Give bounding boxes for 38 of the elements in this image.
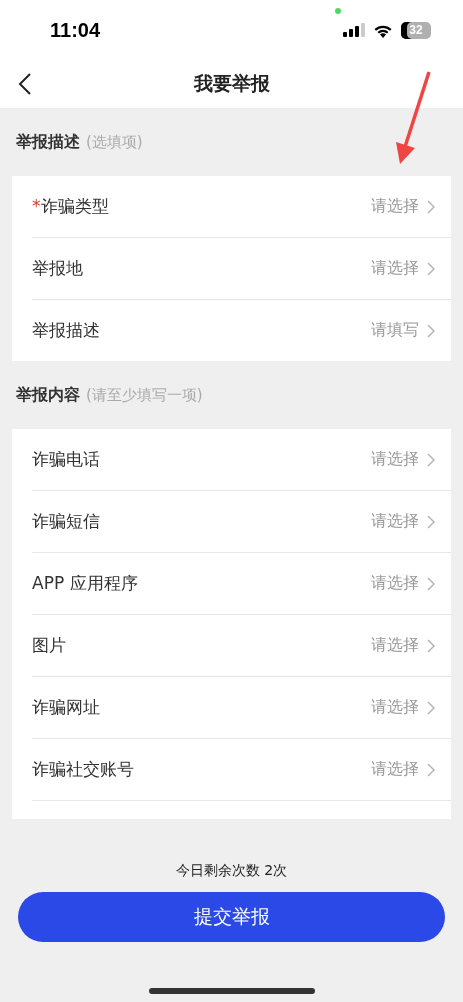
chevron-icon bbox=[427, 199, 435, 214]
field-value[interactable]: 请选择 bbox=[371, 635, 419, 656]
field-value[interactable]: 请选择 bbox=[371, 697, 419, 718]
chevron-icon bbox=[427, 452, 435, 467]
field-label: 诈骗电话 bbox=[32, 448, 100, 471]
field-label: 举报地 bbox=[32, 257, 83, 280]
chevron-icon bbox=[427, 700, 435, 715]
section-title: 举报描述 bbox=[16, 131, 80, 153]
field-value[interactable]: 请选择 bbox=[371, 759, 419, 780]
page-title: 我要举报 bbox=[193, 71, 270, 96]
submit-button[interactable]: 提交举报 bbox=[18, 892, 445, 942]
back-icon[interactable] bbox=[18, 73, 32, 95]
field-value[interactable]: 请选择 bbox=[371, 573, 419, 594]
field-value[interactable]: 请选择 bbox=[371, 511, 419, 532]
field-label: 举报描述 bbox=[32, 319, 100, 342]
section-title: 举报内容 bbox=[16, 384, 80, 406]
field-label: 诈骗短信 bbox=[32, 510, 100, 533]
signal-icon bbox=[343, 23, 365, 37]
field-label: 诈骗网址 bbox=[32, 696, 100, 719]
field-label: APP 应用程序 bbox=[32, 572, 138, 595]
field-value[interactable]: 请选择 bbox=[371, 196, 419, 217]
field-label: 图片 bbox=[32, 634, 66, 657]
status-time: 11:04 bbox=[50, 18, 101, 42]
chevron-icon bbox=[427, 514, 435, 529]
field-label: *诈骗类型 bbox=[32, 195, 109, 218]
field-value[interactable]: 请选择 bbox=[371, 449, 419, 470]
field-label: 诈骗社交账号 bbox=[32, 758, 134, 781]
chevron-icon bbox=[427, 261, 435, 276]
chevron-icon bbox=[427, 576, 435, 591]
privacy-dot-icon bbox=[335, 8, 341, 14]
field-value[interactable]: 请填写 bbox=[371, 320, 419, 341]
remaining-count-note: 今日剩余次数 2次 bbox=[175, 862, 288, 880]
chevron-icon bbox=[427, 762, 435, 777]
section-hint: (选填项) bbox=[86, 132, 143, 152]
field-value[interactable]: 请选择 bbox=[371, 258, 419, 279]
battery-icon: 32 bbox=[401, 21, 431, 39]
chevron-icon bbox=[427, 323, 435, 338]
chevron-icon bbox=[427, 638, 435, 653]
